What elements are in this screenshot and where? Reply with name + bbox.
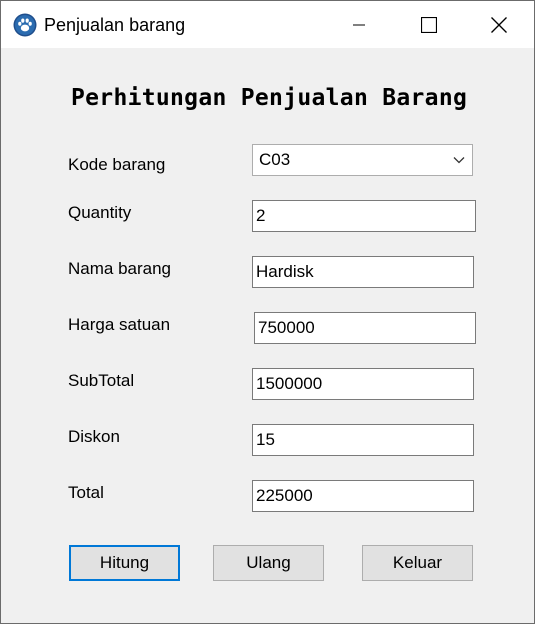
nama-barang-label: Nama barang [68, 259, 172, 278]
nama-barang-input[interactable]: Hardisk [252, 256, 474, 288]
form-heading: Perhitungan Penjualan Barang [71, 85, 468, 111]
paw-icon [13, 13, 37, 37]
total-input[interactable]: 225000 [252, 480, 474, 512]
chevron-down-icon [453, 157, 465, 164]
keluar-button[interactable]: Keluar [362, 545, 473, 581]
quantity-input[interactable]: 2 [252, 200, 476, 232]
ulang-button[interactable]: Ulang [213, 545, 324, 581]
title-bar[interactable]: Penjualan barang [1, 1, 534, 48]
total-value: 225000 [256, 486, 313, 505]
diskon-value: 15 [256, 430, 275, 449]
harga-satuan-value: 750000 [258, 318, 315, 337]
nama-barang-value: Hardisk [256, 262, 314, 281]
harga-satuan-input[interactable]: 750000 [254, 312, 476, 344]
subtotal-label: SubTotal [68, 371, 135, 390]
app-window: Penjualan barang Perhitungan Penjualan B… [0, 0, 535, 624]
ulang-label: Ulang [246, 553, 291, 572]
maximize-icon [421, 16, 437, 33]
close-button[interactable] [464, 1, 534, 48]
maximize-button[interactable] [394, 1, 464, 48]
quantity-value: 2 [256, 206, 266, 225]
hitung-label: Hitung [99, 553, 150, 572]
close-icon [491, 16, 507, 33]
kode-barang-value: C03 [259, 150, 291, 169]
diskon-label: Diskon [68, 427, 120, 446]
minimize-button[interactable] [324, 1, 394, 48]
subtotal-value: 1500000 [256, 374, 323, 393]
kode-barang-dropdown[interactable]: C03 [252, 144, 473, 176]
total-label: Total [68, 483, 104, 502]
window-title: Penjualan barang [44, 15, 186, 35]
keluar-label: Keluar [392, 553, 443, 572]
harga-satuan-label: Harga satuan [68, 315, 171, 334]
kode-barang-label: Kode barang [68, 155, 166, 174]
hitung-button[interactable]: Hitung [69, 545, 180, 581]
diskon-input[interactable]: 15 [252, 424, 474, 456]
subtotal-input[interactable]: 1500000 [252, 368, 474, 400]
quantity-label: Quantity [68, 203, 132, 222]
minimize-icon [353, 24, 365, 25]
